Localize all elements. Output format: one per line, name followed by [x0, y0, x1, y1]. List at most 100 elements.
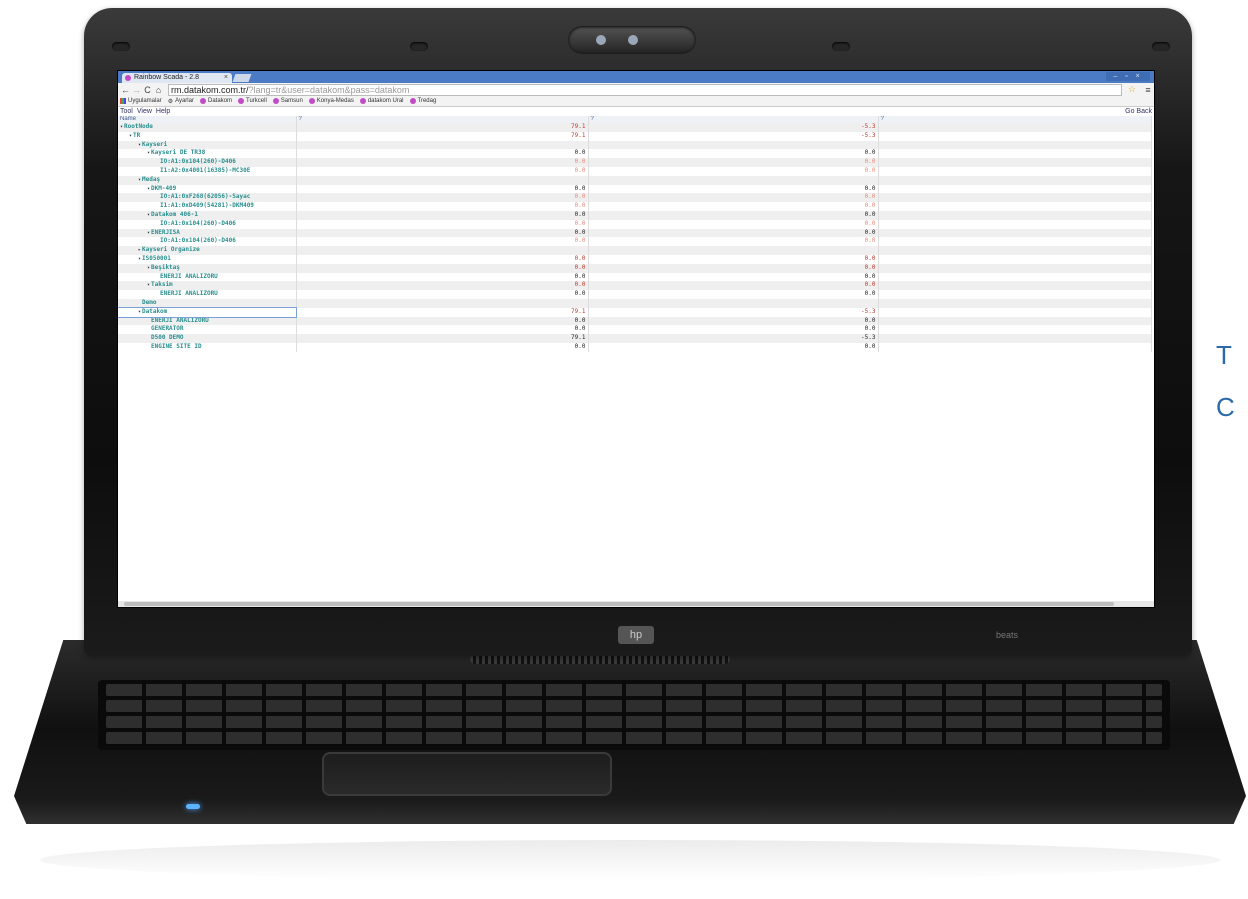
tree-node-name[interactable]: IO:A1:0x104(260)-D406	[118, 219, 297, 229]
bookmark-item[interactable]: Datakom	[199, 98, 232, 104]
table-row[interactable]: IO:A1:0x104(260)-D406 0.0 0.0	[118, 219, 1152, 229]
power-led-icon	[186, 804, 200, 809]
table-row[interactable]: I1:A2:0x4001(16385)-MC30E 0.0 0.0	[118, 166, 1152, 176]
table-row[interactable]: ▾Datakom 406-1 0.0 0.0	[118, 210, 1152, 220]
tree-node-name[interactable]: ▾Kayseri DE TR38	[118, 149, 297, 159]
table-row[interactable]: IO:A1:0x104(260)-D406 0.0 0.0	[118, 237, 1152, 247]
value-cell-1: 0.0	[296, 193, 589, 203]
table-row[interactable]: ▾RootNode 79.1 -5.3	[118, 123, 1152, 132]
tree-node-name[interactable]: ▾Beşiktaş	[118, 263, 297, 273]
bookmark-star-icon[interactable]: ☆	[1122, 84, 1142, 95]
table-row[interactable]: ▾Beşiktaş 0.0 0.0	[118, 263, 1152, 273]
value-cell-1: 0.0	[296, 219, 589, 229]
bookmark-item[interactable]: Uygulamalar	[120, 98, 162, 104]
new-tab-button[interactable]	[232, 74, 252, 82]
bookmark-label: datakom Ural	[367, 98, 404, 104]
tree-node-name[interactable]: Demo	[118, 298, 297, 308]
tree-node-name[interactable]: ENGINE SITE ID	[118, 342, 297, 352]
table-row[interactable]: GENERATOR 0.0 0.0	[118, 325, 1152, 335]
table-row[interactable]: ▾TR 79.1 -5.3	[118, 131, 1152, 141]
app-toolbar: Tool View Help Go Back	[118, 107, 1154, 116]
tree-node-name[interactable]: ▾ENERJISA	[118, 228, 297, 238]
menu-item-help[interactable]: Help	[156, 108, 170, 115]
table-row[interactable]: ▾Taksim 0.0 0.0	[118, 281, 1152, 291]
tree-node-name[interactable]: ▾Datakom	[118, 306, 297, 318]
value-cell-2: 0.0	[588, 158, 879, 167]
tree-node-name[interactable]: ▾Datakom 406-1	[118, 210, 297, 220]
tree-node-name[interactable]: ▾TR	[118, 131, 297, 141]
tree-node-name[interactable]: I1:A1:0xD409(54281)-DKM409	[118, 202, 297, 211]
menu-item-view[interactable]: View	[137, 108, 152, 115]
tree-node-name[interactable]: D500 DEMO	[118, 334, 297, 343]
value-cell-3	[878, 342, 1152, 352]
url-input[interactable]: rm.datakom.com.tr/?lang=tr&user=datakom&…	[168, 83, 1122, 96]
tree-node-name[interactable]: ▾Medaş	[118, 175, 297, 185]
table-row[interactable]: Demo	[118, 298, 1152, 308]
horizontal-scrollbar[interactable]	[118, 601, 1154, 607]
back-arrow-icon[interactable]: ←	[120, 85, 131, 95]
table-row[interactable]: ▾Kayseri	[118, 140, 1152, 150]
table-row[interactable]: ▸Kayseri Organize	[118, 246, 1152, 255]
value-cell-2: 0.0	[588, 254, 879, 264]
value-cell-3	[878, 210, 1152, 220]
value-cell-1: 0.0	[296, 202, 589, 211]
tab-close-icon[interactable]: ×	[224, 73, 228, 83]
tree-node-name[interactable]: GENERATOR	[118, 325, 297, 335]
column-header-3[interactable]: ?	[878, 116, 1152, 123]
table-row[interactable]: ▾Kayseri DE TR38 0.0 0.0	[118, 149, 1152, 159]
chrome-menu-icon[interactable]: ≡	[1142, 85, 1154, 95]
table-row[interactable]: ▾Medaş	[118, 175, 1152, 185]
table-row[interactable]: ▾ENERJISA 0.0 0.0	[118, 228, 1152, 238]
tree-node-name[interactable]: I1:A2:0x4001(16385)-MC30E	[118, 166, 297, 176]
table-row[interactable]: IO:A1:0xF268(62056)-Sayac 0.0 0.0	[118, 193, 1152, 203]
window-controls[interactable]: – ▫ ×	[1106, 72, 1150, 81]
tree-node-name[interactable]: ENERJI ANALIZORU	[118, 290, 297, 299]
column-header-name[interactable]: Name	[118, 116, 297, 123]
table-row[interactable]: ENGINE SITE ID 0.0 0.0	[118, 342, 1152, 352]
value-cell-1: 0.0	[296, 254, 589, 264]
tree-node-name[interactable]: ▾DKM-409	[118, 184, 297, 194]
table-row[interactable]: ▾Datakom 79.1 -5.3	[118, 306, 1152, 318]
tree-node-name[interactable]: ▾IS050001	[118, 254, 297, 264]
table-row[interactable]: ▾IS050001 0.0 0.0	[118, 254, 1152, 264]
bookmark-item[interactable]: ⚙ Ayarlar	[168, 98, 194, 105]
value-cell-3	[878, 158, 1152, 167]
tree-node-name[interactable]: ▾Taksim	[118, 281, 297, 291]
tree-node-name[interactable]: ▾RootNode	[118, 123, 297, 132]
bookmark-label: Samsun	[280, 98, 303, 104]
menu-item-tool[interactable]: Tool	[120, 108, 133, 115]
column-header-2[interactable]: ?	[588, 116, 879, 123]
bezel-screw-mid-left	[410, 42, 428, 51]
tree-node-name[interactable]: IO:A1:0xF268(62056)-Sayac	[118, 193, 297, 203]
value-cell-2: 0.0	[588, 202, 879, 211]
tree-node-name[interactable]: ▸Kayseri Organize	[118, 246, 297, 255]
column-header-1[interactable]: ?	[296, 116, 589, 123]
table-row[interactable]: ▾DKM-409 0.0 0.0	[118, 184, 1152, 194]
browser-tab[interactable]: Rainbow Scada - 2.8 ×	[122, 73, 232, 83]
bookmark-label: Uygulamalar	[128, 98, 162, 104]
tree-node-name[interactable]: IO:A1:0x104(260)-D406	[118, 237, 297, 247]
table-row[interactable]: IO:A1:0x104(260)-D406 0.0 0.0	[118, 158, 1152, 167]
forward-arrow-icon[interactable]: →	[131, 85, 142, 95]
reload-icon[interactable]: C	[142, 85, 153, 95]
table-row[interactable]: ENERJI ANALIZORU 0.0 0.0	[118, 290, 1152, 299]
value-cell-2: -5.3	[588, 123, 879, 132]
bookmark-item[interactable]: Tredag	[409, 98, 436, 104]
tree-node-name[interactable]: ENERJI ANALIZORU	[118, 272, 297, 282]
home-icon[interactable]: ⌂	[153, 85, 164, 95]
table-row[interactable]: ENERJI ANALIZORU 0.0 0.0	[118, 272, 1152, 282]
bookmark-label: Ayarlar	[175, 98, 194, 104]
bookmark-favicon-icon	[409, 98, 416, 104]
go-back-link[interactable]: Go Back	[1125, 107, 1152, 116]
tree-node-name[interactable]: ENERJI ANALIZORU	[118, 316, 297, 326]
table-row[interactable]: I1:A1:0xD409(54281)-DKM409 0.0 0.0	[118, 202, 1152, 211]
bookmark-item[interactable]: Konya-Medas	[308, 98, 354, 104]
bookmark-item[interactable]: Turkcell	[238, 98, 267, 104]
tree-node-name[interactable]: ▾Kayseri	[118, 140, 297, 150]
bookmark-item[interactable]: datakom Ural	[359, 98, 404, 104]
table-row[interactable]: ENERJI ANALIZORU 0.0 0.0	[118, 316, 1152, 326]
tree-node-name[interactable]: IO:A1:0x104(260)-D406	[118, 158, 297, 167]
table-row[interactable]: D500 DEMO 79.1 -5.3	[118, 334, 1152, 343]
scrollbar-thumb[interactable]	[124, 602, 1114, 606]
bookmark-item[interactable]: Samsun	[272, 98, 303, 104]
